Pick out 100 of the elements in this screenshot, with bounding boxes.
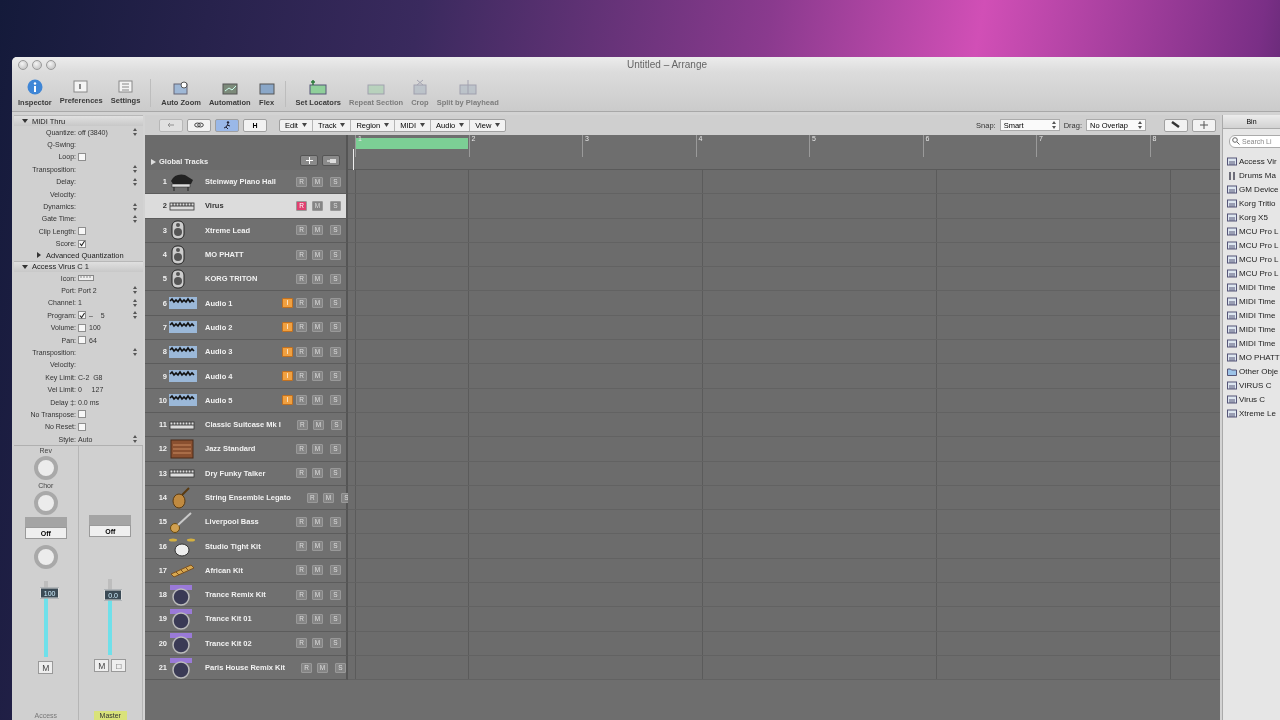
up-down-arrows-icon <box>1051 121 1056 129</box>
guitar-icon <box>169 510 193 533</box>
caret-icon <box>495 123 501 127</box>
checkmark-icon <box>79 311 85 319</box>
keyboard-icon <box>1227 380 1237 390</box>
strip-button[interactable]: M <box>94 659 110 673</box>
caret-icon <box>459 123 465 127</box>
up-down-arrows-icon <box>1138 121 1142 129</box>
window-title: Untitled – Arrange <box>625 59 709 70</box>
crop-icon <box>412 79 427 95</box>
library-item[interactable]: MCU Pro L <box>1223 238 1280 252</box>
library-item[interactable]: MIDI Time <box>1223 308 1280 322</box>
strip-button[interactable]: M <box>38 661 54 675</box>
keyboard-icon <box>1227 198 1237 208</box>
tool-button[interactable] <box>187 118 211 132</box>
library-item[interactable]: Korg Tritio <box>1223 196 1280 210</box>
keyboard-icon <box>1227 254 1237 264</box>
keyboard-icon <box>1227 352 1237 362</box>
search-icon <box>1232 137 1240 145</box>
panel-icon <box>73 79 90 93</box>
checkbox[interactable] <box>78 336 86 345</box>
caret-icon <box>384 123 390 127</box>
pan-knob[interactable] <box>33 545 58 570</box>
waveform-icon <box>169 345 197 358</box>
minimize-button[interactable] <box>32 59 42 70</box>
library-item[interactable]: MCU Pro L <box>1223 224 1280 238</box>
disclosure-triangle-icon <box>22 118 28 124</box>
split-icon <box>458 79 477 95</box>
disclosure-triangle-icon <box>22 263 28 270</box>
speaker-icon <box>169 243 187 266</box>
insert-slot[interactable] <box>89 515 132 526</box>
panel-icon <box>117 79 134 93</box>
zoom-button[interactable] <box>46 59 56 70</box>
window-icon <box>258 81 275 95</box>
strip-button[interactable]: □ <box>111 659 127 673</box>
drum-pad-icon <box>169 656 193 679</box>
folder-icon <box>1227 366 1237 376</box>
keyboard-icon <box>1227 268 1237 278</box>
library-item[interactable]: MO PHATT <box>1223 350 1280 364</box>
tool-button[interactable] <box>215 118 239 132</box>
send-knob[interactable] <box>33 491 58 516</box>
drum-pad-icon <box>169 608 193 630</box>
automation-window-icon <box>221 81 238 95</box>
close-button[interactable] <box>18 59 28 70</box>
caret-icon <box>301 123 307 127</box>
speaker-icon <box>169 267 187 290</box>
checkbox[interactable] <box>78 311 86 320</box>
library-item[interactable]: VIRUS C <box>1223 378 1280 392</box>
keyboard-icon <box>1227 240 1237 250</box>
keyboard-icon <box>169 468 195 479</box>
library-item[interactable]: Xtreme Le <box>1223 406 1280 420</box>
keyboard-icon <box>169 200 195 211</box>
library-item[interactable]: MIDI Time <box>1223 322 1280 336</box>
library-item[interactable]: GM Device <box>1223 182 1280 196</box>
keyboard-icon <box>1227 184 1237 194</box>
link-icon <box>194 122 204 128</box>
keyboard-icon <box>1227 408 1237 418</box>
back-arrow-icon <box>167 122 175 128</box>
checkbox[interactable] <box>78 422 86 431</box>
keyboard-icon <box>1227 296 1237 306</box>
checkmark-icon <box>79 240 85 248</box>
plus-icon <box>305 157 313 164</box>
checkbox[interactable] <box>78 152 86 161</box>
library-item[interactable]: Drums Ma <box>1223 168 1280 182</box>
send-knob[interactable] <box>33 456 58 481</box>
library-item[interactable]: MIDI Time <box>1223 336 1280 350</box>
zoom-window-icon <box>173 81 190 95</box>
checkbox[interactable] <box>78 239 86 248</box>
cycle-region[interactable] <box>355 138 468 149</box>
disclosure-triangle-icon <box>151 158 156 165</box>
keyboard-icon <box>1227 324 1237 334</box>
add-track-button[interactable] <box>300 155 318 166</box>
insert-slot[interactable] <box>24 517 67 528</box>
plus-icon <box>1200 121 1208 129</box>
keyboard-icon <box>1227 338 1237 348</box>
checkbox[interactable] <box>78 410 86 419</box>
library-item[interactable]: Korg X5 <box>1223 210 1280 224</box>
library-item[interactable]: MCU Pro L <box>1223 252 1280 266</box>
info-icon <box>26 79 43 95</box>
keyboard-icon <box>1227 156 1237 166</box>
violin-icon <box>169 486 191 509</box>
pointer-tool-button[interactable] <box>1164 118 1188 132</box>
keyboard-icon <box>1227 394 1237 404</box>
keyboard-icon <box>1227 226 1237 236</box>
keyboard-icon <box>1227 310 1237 320</box>
waveform-icon <box>169 370 197 382</box>
library-item[interactable]: Virus C <box>1223 392 1280 406</box>
library-item[interactable]: MIDI Time <box>1223 294 1280 308</box>
waveform-icon <box>169 297 197 310</box>
running-figure-icon <box>223 121 231 129</box>
library-item[interactable]: MIDI Time <box>1223 280 1280 294</box>
library-item[interactable]: Other Obje <box>1223 364 1280 378</box>
pencil-icon <box>1171 121 1181 129</box>
speaker-icon <box>169 219 187 242</box>
library-item[interactable]: Access Vir <box>1223 154 1280 168</box>
library-item[interactable]: MCU Pro L <box>1223 266 1280 280</box>
checkbox[interactable] <box>78 323 86 332</box>
checkbox[interactable] <box>78 227 86 236</box>
keyboard-icon <box>1227 212 1237 222</box>
folder-button[interactable] <box>322 155 340 166</box>
